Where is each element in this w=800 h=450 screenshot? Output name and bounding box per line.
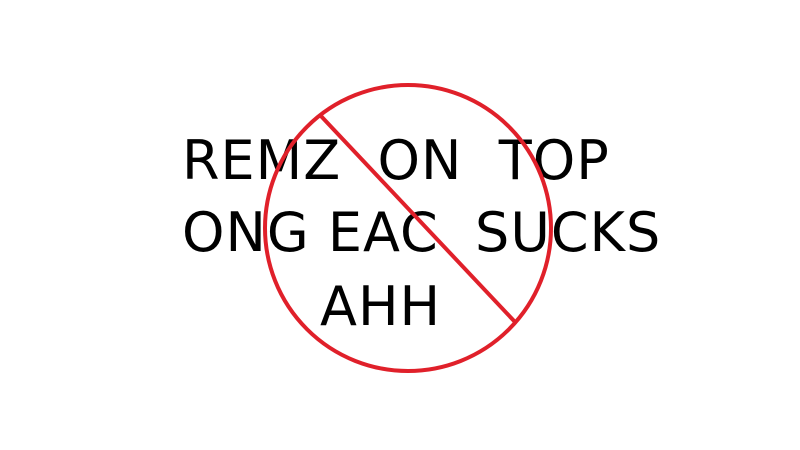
canvas: REMZ ON TOP ONG EAC SUCKS AHH bbox=[0, 0, 800, 450]
text-line-1: REMZ ON TOP bbox=[182, 129, 610, 192]
text-line-3: AHH bbox=[320, 275, 442, 338]
text-line-2: ONG EAC SUCKS bbox=[182, 201, 662, 264]
